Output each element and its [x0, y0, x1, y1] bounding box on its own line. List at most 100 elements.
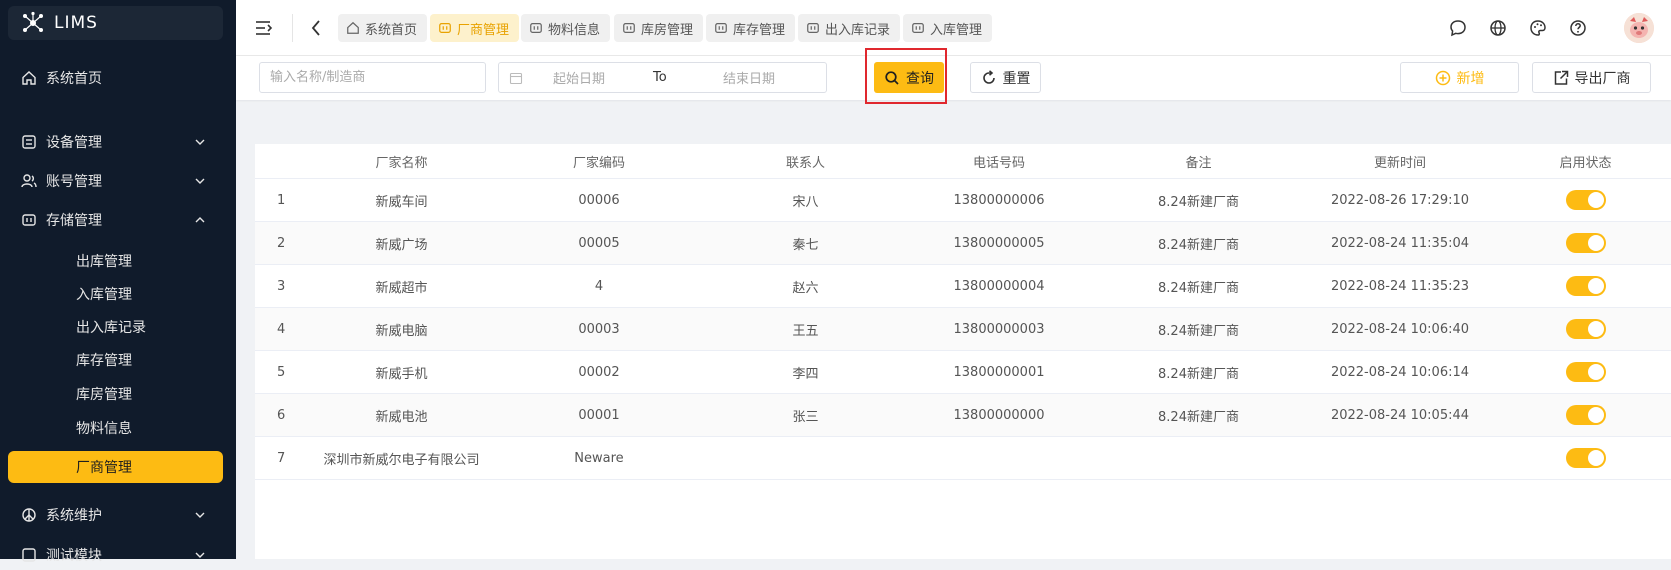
- sidebar-item-home[interactable]: 系统首页: [8, 63, 223, 93]
- vendor-updated: 2022-08-24 10:06:14: [1300, 350, 1500, 394]
- tab-home[interactable]: 系统首页: [338, 14, 428, 42]
- sidebar: LIMS 系统首页 设备管理 账号管理 存储管理 出库管理 入库管理 出入库记录…: [0, 0, 236, 564]
- sidebar-item-inbound[interactable]: 入库管理: [8, 278, 223, 310]
- table-row[interactable]: 5 新威手机 00002 李四 13800000001 8.24新建厂商 202…: [255, 350, 1671, 394]
- reset-button-label: 重置: [1002, 70, 1031, 87]
- sidebar-item-label: 存储管理: [46, 213, 102, 229]
- logo-icon: [20, 10, 46, 36]
- tab-label: 入库管理: [930, 22, 983, 38]
- table-row[interactable]: 4 新威电脑 00003 王五 13800000003 8.24新建厂商 202…: [255, 307, 1671, 351]
- status-cell: [1500, 264, 1671, 308]
- sidebar-item-account[interactable]: 账号管理: [8, 166, 223, 196]
- sidebar-item-outbound[interactable]: 出库管理: [8, 245, 223, 277]
- vendor-contact: 王五: [710, 307, 901, 351]
- sidebar-item-device[interactable]: 设备管理: [8, 127, 223, 157]
- avatar[interactable]: [1624, 13, 1654, 43]
- vendor-code: Neware: [488, 436, 710, 480]
- warehouse-icon: [622, 21, 636, 35]
- column-header-name[interactable]: 厂家名称: [315, 144, 488, 179]
- vendor-table: 厂家名称 厂家编码 联系人 电话号码 备注 更新时间 启用状态 1 新威车间 0…: [255, 144, 1671, 559]
- enable-toggle[interactable]: [1565, 190, 1606, 210]
- column-header-phone[interactable]: 电话号码: [901, 144, 1097, 179]
- palette-icon[interactable]: [1528, 18, 1548, 38]
- enable-toggle[interactable]: [1565, 319, 1606, 339]
- sidebar-item-vendor[interactable]: 厂商管理: [8, 451, 223, 483]
- enable-toggle[interactable]: [1565, 405, 1606, 425]
- tab-label: 库房管理: [641, 22, 694, 38]
- date-range-picker[interactable]: 起始日期 To 结束日期: [498, 62, 827, 93]
- sidebar-item-inventory[interactable]: 库存管理: [8, 344, 223, 376]
- sidebar-item-label: 出库管理: [76, 254, 132, 270]
- vendor-updated: [1300, 436, 1500, 480]
- vendor-code: 00005: [488, 221, 710, 265]
- enable-toggle[interactable]: [1565, 276, 1606, 296]
- globe-icon[interactable]: [1488, 18, 1508, 38]
- column-header-updated[interactable]: 更新时间: [1300, 144, 1500, 179]
- tab-material[interactable]: 物料信息: [521, 14, 611, 42]
- message-icon[interactable]: [1448, 18, 1468, 38]
- vendor-contact: [710, 436, 901, 480]
- enable-toggle[interactable]: [1565, 448, 1606, 468]
- vendor-phone: 13800000003: [901, 307, 1097, 351]
- add-button[interactable]: 新增: [1400, 62, 1519, 93]
- chevron-down-icon: [195, 178, 205, 184]
- vendor-remark: 8.24新建厂商: [1097, 178, 1300, 222]
- table-row[interactable]: 2 新威广场 00005 秦七 13800000005 8.24新建厂商 202…: [255, 221, 1671, 265]
- start-date-input[interactable]: 起始日期: [553, 68, 653, 87]
- vendor-name: 深圳市新威尔电子有限公司: [315, 436, 488, 480]
- back-icon[interactable]: [306, 18, 326, 38]
- sidebar-item-label: 系统首页: [46, 71, 102, 87]
- tab-warehouse[interactable]: 库房管理: [614, 14, 704, 42]
- status-cell: [1500, 178, 1671, 222]
- menu-fold-icon[interactable]: [254, 18, 274, 38]
- calendar-icon: [509, 72, 523, 84]
- chevron-down-icon: [195, 552, 205, 558]
- sidebar-item-storage[interactable]: 存储管理: [8, 205, 223, 235]
- tab-vendor[interactable]: 厂商管理: [430, 14, 520, 42]
- tab-records[interactable]: 出入库记录: [798, 14, 901, 42]
- tab-inventory[interactable]: 库存管理: [706, 14, 796, 42]
- vendor-code: 00002: [488, 350, 710, 394]
- table-row[interactable]: 7 深圳市新威尔电子有限公司 Neware: [255, 436, 1671, 480]
- table-row[interactable]: 1 新威车间 00006 宋八 13800000006 8.24新建厂商 202…: [255, 178, 1671, 222]
- end-date-input[interactable]: 结束日期: [723, 68, 775, 87]
- enable-toggle[interactable]: [1565, 233, 1606, 253]
- sidebar-item-warehouse[interactable]: 库房管理: [8, 378, 223, 410]
- peace-icon: [20, 506, 38, 524]
- table-row[interactable]: 3 新威超市 4 赵六 13800000004 8.24新建厂商 2022-08…: [255, 264, 1671, 308]
- name-search-input[interactable]: [259, 62, 486, 93]
- column-header-contact[interactable]: 联系人: [710, 144, 901, 179]
- query-button[interactable]: 查询: [874, 62, 944, 93]
- sidebar-item-test[interactable]: 测试模块: [8, 540, 223, 570]
- export-vendor-button[interactable]: 导出厂商: [1532, 62, 1651, 93]
- sidebar-item-maintenance[interactable]: 系统维护: [8, 500, 223, 530]
- logo[interactable]: LIMS: [8, 6, 223, 40]
- help-icon[interactable]: [1568, 18, 1588, 38]
- toggle-knob: [1587, 407, 1604, 423]
- column-header-remark[interactable]: 备注: [1097, 144, 1300, 179]
- export-icon: [1553, 70, 1569, 86]
- sidebar-item-label: 物料信息: [76, 421, 132, 437]
- sidebar-item-label: 库存管理: [76, 353, 132, 369]
- export-button-label: 导出厂商: [1574, 70, 1631, 87]
- chevron-up-icon: [195, 217, 205, 223]
- inventory-icon: [714, 21, 728, 35]
- enable-toggle[interactable]: [1565, 362, 1606, 382]
- add-button-label: 新增: [1456, 70, 1485, 87]
- vendor-updated: 2022-08-24 11:35:04: [1300, 221, 1500, 265]
- status-cell: [1500, 221, 1671, 265]
- reset-button[interactable]: 重置: [970, 62, 1041, 93]
- refresh-icon: [981, 69, 997, 86]
- row-index: 3: [255, 264, 315, 308]
- sidebar-item-material[interactable]: 物料信息: [8, 412, 223, 444]
- sidebar-item-label: 入库管理: [76, 287, 132, 303]
- column-header-code[interactable]: 厂家编码: [488, 144, 710, 179]
- tab-inbound[interactable]: 入库管理: [903, 14, 993, 42]
- table-row[interactable]: 6 新威电池 00001 张三 13800000000 8.24新建厂商 202…: [255, 393, 1671, 437]
- vendor-phone: 13800000005: [901, 221, 1097, 265]
- vendor-phone: 13800000004: [901, 264, 1097, 308]
- name-search-field[interactable]: [260, 63, 485, 92]
- vendor-remark: 8.24新建厂商: [1097, 264, 1300, 308]
- column-header-status[interactable]: 启用状态: [1500, 144, 1671, 179]
- sidebar-item-records[interactable]: 出入库记录: [8, 311, 223, 343]
